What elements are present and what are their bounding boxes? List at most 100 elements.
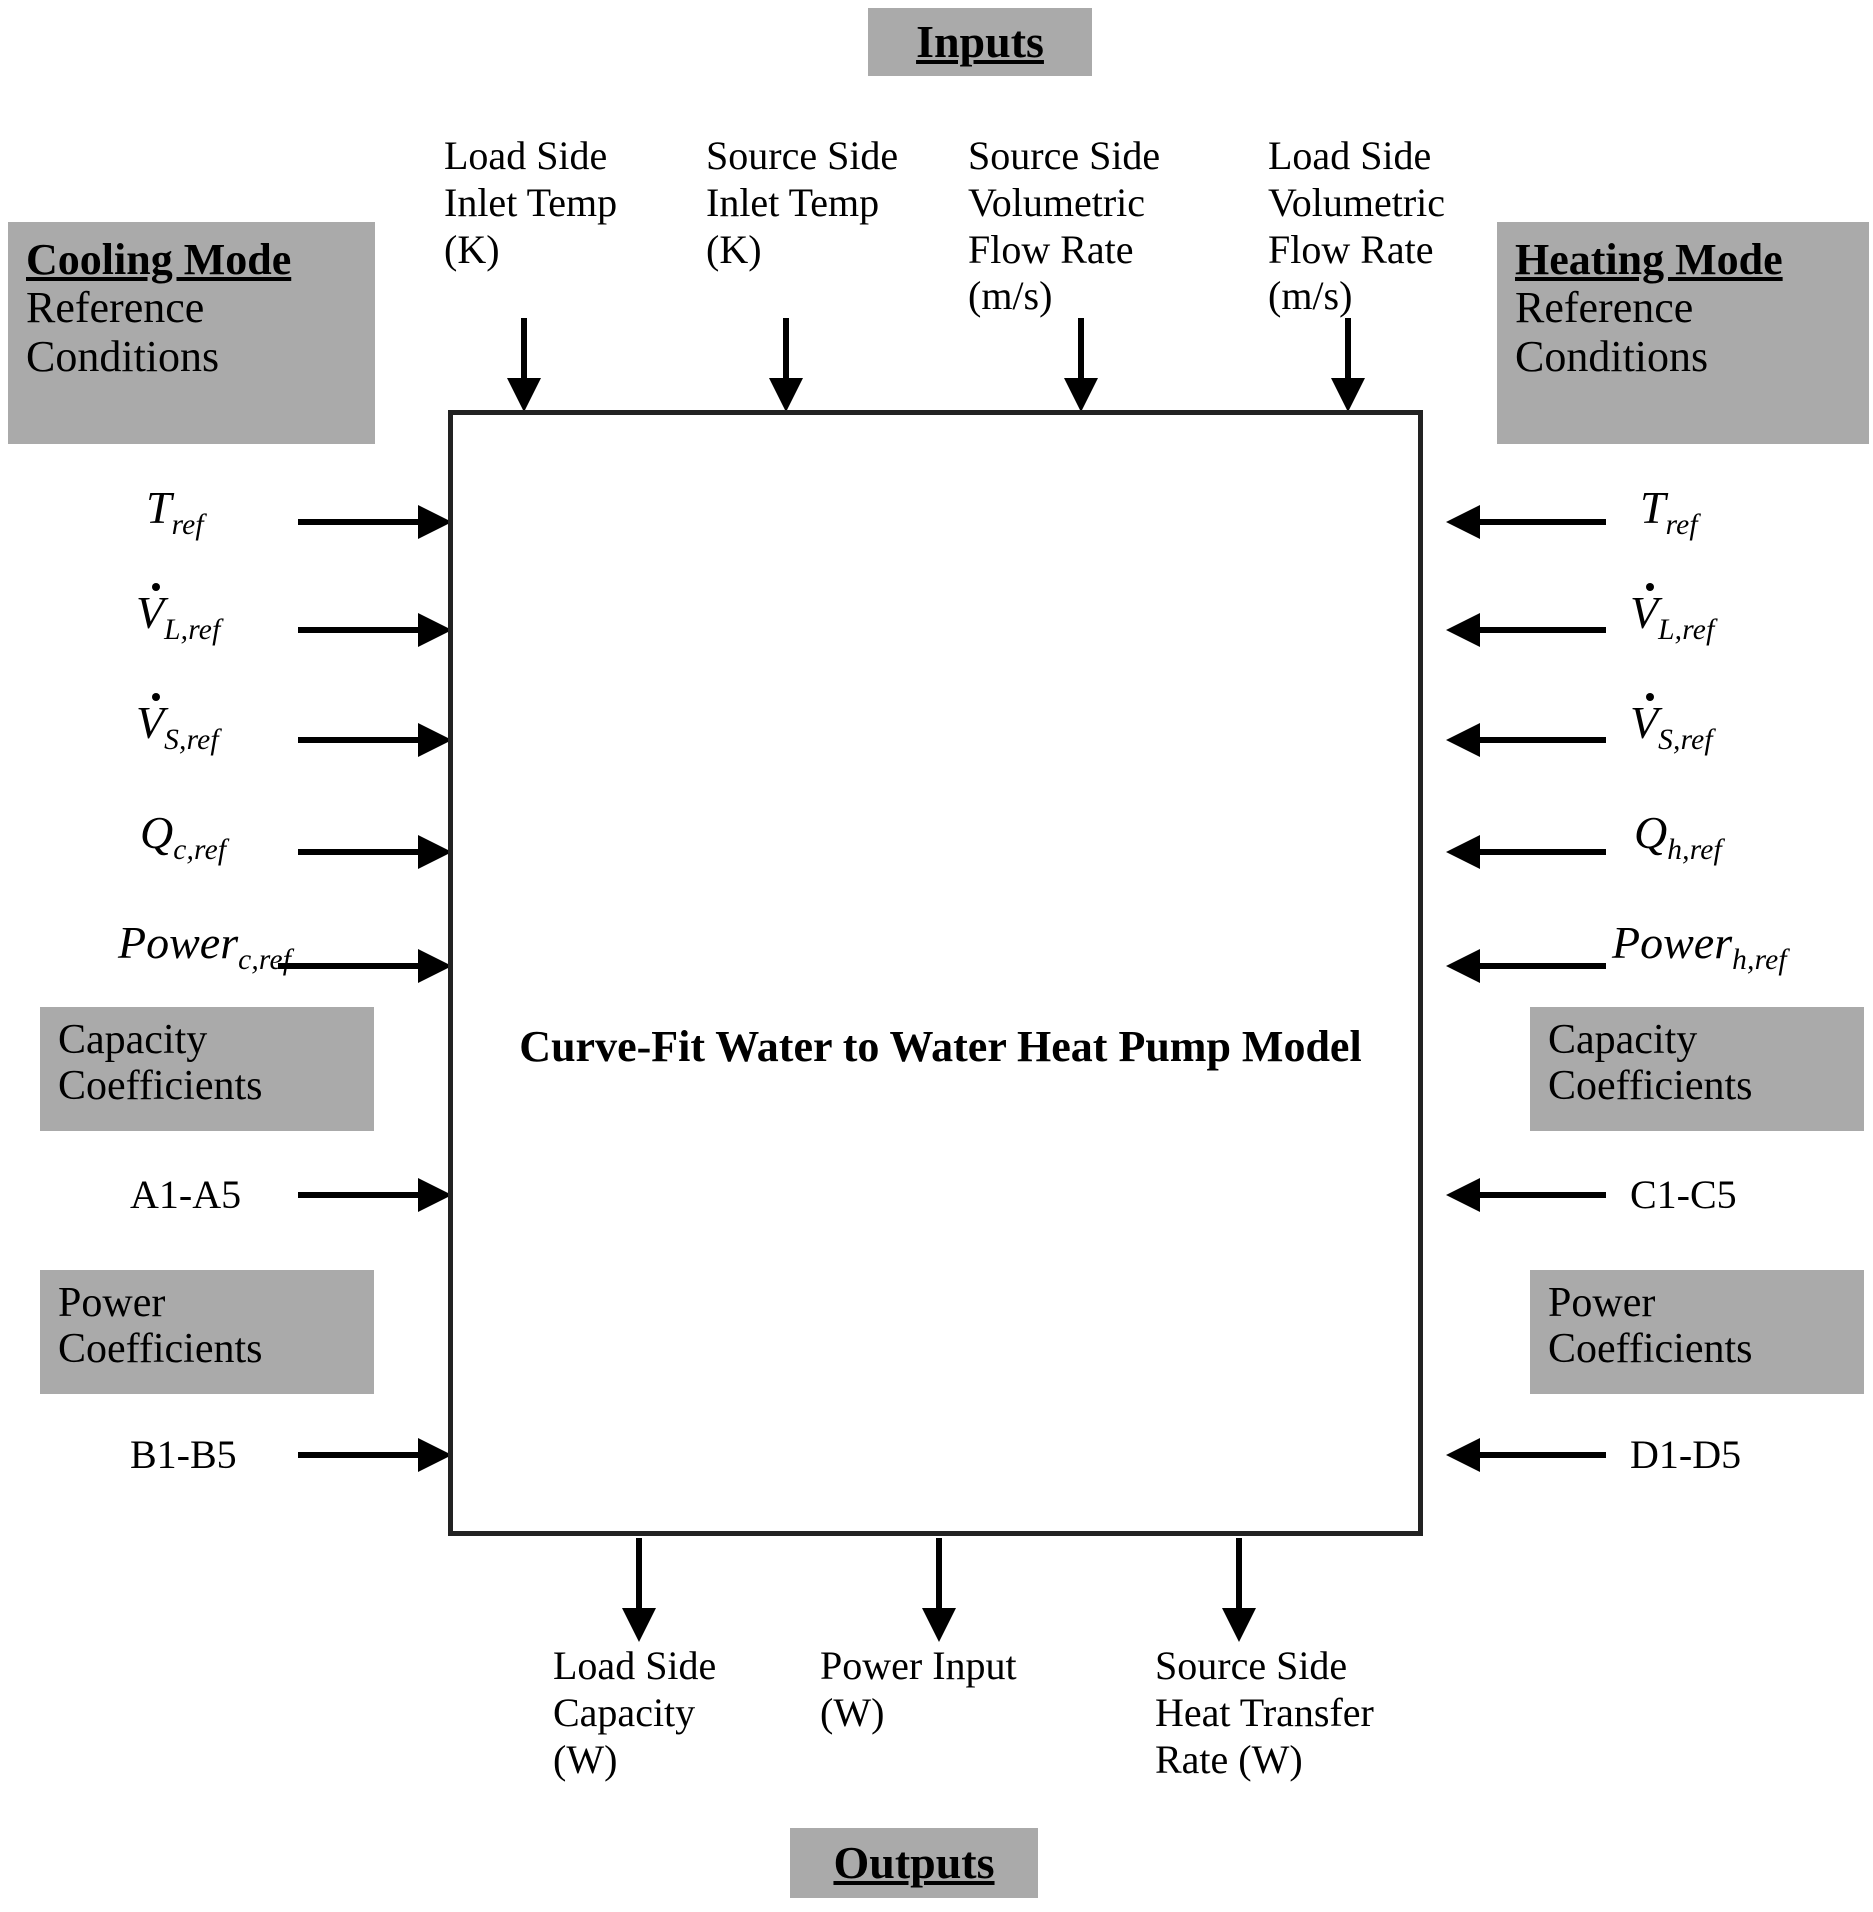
inputs-banner: Inputs: [868, 8, 1092, 76]
heating-mode-chip: Heating Mode Reference Conditions: [1497, 222, 1869, 444]
input-arrow-shaft-4: [1345, 318, 1351, 384]
cooling-arrow-shaft-q: [298, 849, 424, 855]
input-arrow-shaft-2: [783, 318, 789, 384]
heating-arrow-shaft-vs: [1480, 737, 1606, 743]
cooling-symbol-vs-ref-sub: S,ref: [164, 723, 219, 756]
output-label-load-side-capacity: Load Side Capacity (W): [553, 1643, 717, 1782]
heating-arrow-shaft-q: [1480, 849, 1606, 855]
cooling-arrow-head-capacity: [418, 1178, 452, 1212]
cooling-arrow-shaft-power: [278, 963, 424, 969]
heat-pump-model-box: Curve-Fit Water to Water Heat Pump Model: [448, 410, 1423, 1536]
output-label-source-heat-transfer: Source Side Heat Transfer Rate (W): [1155, 1643, 1374, 1782]
cooling-symbol-power-ref-sub: c,ref: [238, 943, 292, 976]
cooling-symbol-vs-ref: VS,ref: [136, 692, 219, 754]
output-arrow-head-1: [622, 1608, 656, 1642]
cooling-symbol-vl-ref-sub: L,ref: [164, 613, 221, 646]
heating-arrow-shaft-vl: [1480, 627, 1606, 633]
cooling-capacity-chip-line1: Capacity: [58, 1017, 208, 1063]
heating-capacity-chip-line2: Coefficients: [1548, 1063, 1753, 1110]
heating-symbol-q-ref-base: Q: [1634, 807, 1668, 858]
input-arrow-head-2: [769, 378, 803, 412]
heating-symbol-q-ref-sub: h,ref: [1667, 833, 1722, 866]
output-arrow-shaft-3: [1236, 1538, 1242, 1616]
input-arrow-head-3: [1064, 378, 1098, 412]
heating-symbol-t-ref-base: T: [1640, 482, 1666, 533]
output-arrow-shaft-1: [636, 1538, 642, 1616]
cooling-arrow-shaft-vs: [298, 737, 424, 743]
heating-symbol-power-ref: Powerh,ref: [1612, 917, 1787, 975]
heating-arrow-head-q: [1446, 835, 1480, 869]
cooling-power-chip-line1: Power: [58, 1280, 166, 1326]
input-label-load-inlet-temp: Load Side Inlet Temp (K): [444, 133, 618, 272]
heating-symbol-vl-ref: VL,ref: [1630, 582, 1714, 644]
heating-power-coefficients-chip: Power Coefficients: [1530, 1270, 1864, 1394]
heating-symbol-power-ref-base: Power: [1612, 917, 1733, 968]
input-arrow-shaft-1: [521, 318, 527, 384]
input-arrow-shaft-3: [1078, 318, 1084, 384]
cooling-arrow-head-power-coef: [418, 1438, 452, 1472]
heating-capacity-range-label: C1-C5: [1630, 1172, 1737, 1217]
heating-arrow-shaft-power-coef: [1480, 1452, 1606, 1458]
cooling-arrow-shaft-capacity: [298, 1192, 424, 1198]
cooling-symbol-power-ref-base: Power: [118, 917, 239, 968]
heating-power-chip-line2: Coefficients: [1548, 1326, 1753, 1373]
cooling-mode-chip-sub1: Reference: [26, 283, 205, 333]
heating-mode-chip-sub2: Conditions: [1515, 331, 1709, 381]
input-label-source-inlet-temp: Source Side Inlet Temp (K): [706, 133, 899, 272]
cooling-symbol-t-ref-base: T: [146, 482, 172, 533]
heating-symbol-t-ref-sub: ref: [1665, 508, 1698, 541]
cooling-arrow-shaft-vl: [298, 627, 424, 633]
cooling-symbol-vl-ref: VL,ref: [136, 582, 220, 644]
heating-arrow-head-capacity: [1446, 1178, 1480, 1212]
heating-arrow-shaft-power: [1480, 963, 1606, 969]
heating-arrow-head-vl: [1446, 613, 1480, 647]
heating-mode-chip-header: Heating Mode: [1515, 235, 1783, 284]
heating-symbol-vs-ref-base: V: [1630, 692, 1659, 748]
heating-symbol-vs-ref: VS,ref: [1630, 692, 1713, 754]
output-arrow-shaft-2: [936, 1538, 942, 1616]
model-title: Curve-Fit Water to Water Heat Pump Model: [519, 1022, 1362, 1071]
heating-power-chip-line1: Power: [1548, 1280, 1656, 1326]
cooling-capacity-coefficients-chip: Capacity Coefficients: [40, 1007, 374, 1131]
heating-arrow-head-power-coef: [1446, 1438, 1480, 1472]
cooling-symbol-q-ref-base: Q: [140, 807, 174, 858]
heating-symbol-q-ref: Qh,ref: [1634, 807, 1722, 865]
heating-symbol-vl-ref-sub: L,ref: [1658, 613, 1715, 646]
cooling-arrow-head-power: [418, 949, 452, 983]
input-label-source-flow-rate: Source Side Volumetric Flow Rate (m/s): [968, 133, 1161, 319]
cooling-power-chip-line2: Coefficients: [58, 1326, 263, 1373]
heating-arrow-head-t: [1446, 505, 1480, 539]
cooling-symbol-power-ref: Powerc,ref: [118, 917, 291, 975]
cooling-arrow-shaft-power-coef: [298, 1452, 424, 1458]
heating-symbol-power-ref-sub: h,ref: [1732, 943, 1787, 976]
output-arrow-head-3: [1222, 1608, 1256, 1642]
cooling-arrow-head-q: [418, 835, 452, 869]
input-label-load-flow-rate: Load Side Volumetric Flow Rate (m/s): [1268, 133, 1446, 319]
outputs-banner: Outputs: [790, 1828, 1038, 1898]
heating-symbol-vs-ref-sub: S,ref: [1658, 723, 1713, 756]
cooling-arrow-shaft-t: [298, 519, 424, 525]
heating-symbol-t-ref: Tref: [1640, 482, 1698, 540]
inputs-banner-label: Inputs: [916, 16, 1044, 67]
cooling-arrow-head-vl: [418, 613, 452, 647]
output-label-power-input: Power Input (W): [820, 1643, 1017, 1735]
heating-arrow-shaft-capacity: [1480, 1192, 1606, 1198]
cooling-power-coefficients-chip: Power Coefficients: [40, 1270, 374, 1394]
cooling-symbol-vs-ref-base: V: [136, 692, 165, 748]
heating-capacity-chip-line1: Capacity: [1548, 1017, 1698, 1063]
cooling-symbol-q-ref: Qc,ref: [140, 807, 226, 865]
cooling-symbol-vl-ref-base: V: [136, 582, 165, 638]
cooling-symbol-t-ref-sub: ref: [171, 508, 204, 541]
cooling-mode-chip-header: Cooling Mode: [26, 235, 292, 284]
heating-mode-chip-sub1: Reference: [1515, 283, 1694, 333]
cooling-arrow-head-vs: [418, 723, 452, 757]
heating-arrow-head-vs: [1446, 723, 1480, 757]
input-arrow-head-1: [507, 378, 541, 412]
cooling-mode-chip-sub2: Conditions: [26, 331, 220, 381]
heating-arrow-head-power: [1446, 949, 1480, 983]
cooling-mode-chip: Cooling Mode Reference Conditions: [8, 222, 375, 444]
cooling-symbol-q-ref-sub: c,ref: [173, 833, 227, 866]
output-arrow-head-2: [922, 1608, 956, 1642]
cooling-arrow-head-t: [418, 505, 452, 539]
outputs-banner-label: Outputs: [833, 1837, 995, 1888]
